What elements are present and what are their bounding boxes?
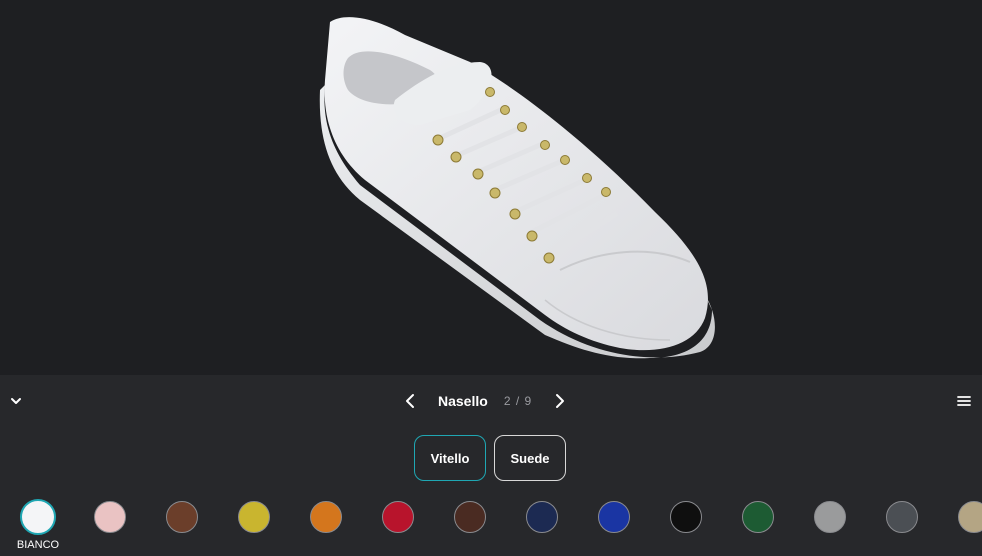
color-swatch[interactable] (94, 501, 126, 533)
color-swatch[interactable] (310, 501, 342, 533)
color-swatch[interactable] (742, 501, 774, 533)
chevron-left-icon[interactable] (400, 389, 422, 413)
color-swatch[interactable] (238, 501, 270, 533)
configurator-panel: Nasello 2 / 9 Vitello Suede BIANCO (0, 375, 982, 556)
section-counter: 2 / 9 (503, 394, 533, 408)
material-vitello-button[interactable]: Vitello (414, 435, 486, 481)
color-swatch-row: BIANCO (0, 499, 982, 556)
color-swatch[interactable] (166, 501, 198, 533)
material-selector: Vitello Suede (414, 435, 566, 481)
color-swatch[interactable] (382, 501, 414, 533)
section-title: Nasello (438, 393, 488, 409)
sneaker-image (319, 17, 715, 359)
color-swatch[interactable] (454, 501, 486, 533)
color-swatch[interactable] (526, 501, 558, 533)
selected-color-label: BIANCO (16, 539, 60, 551)
color-swatch[interactable] (814, 501, 846, 533)
color-swatch[interactable] (958, 501, 982, 533)
hamburger-menu-icon[interactable] (954, 391, 974, 411)
color-swatch[interactable] (670, 501, 702, 533)
color-swatch[interactable] (886, 501, 918, 533)
color-swatch[interactable] (20, 499, 56, 535)
section-navigator: Nasello 2 / 9 (400, 389, 570, 413)
section-toolbar: Nasello 2 / 9 (0, 375, 982, 427)
product-3d-viewer[interactable] (0, 0, 982, 375)
material-suede-button[interactable]: Suede (494, 435, 566, 481)
color-swatch[interactable] (598, 501, 630, 533)
chevron-right-icon[interactable] (548, 389, 570, 413)
chevron-down-icon[interactable] (6, 391, 26, 411)
